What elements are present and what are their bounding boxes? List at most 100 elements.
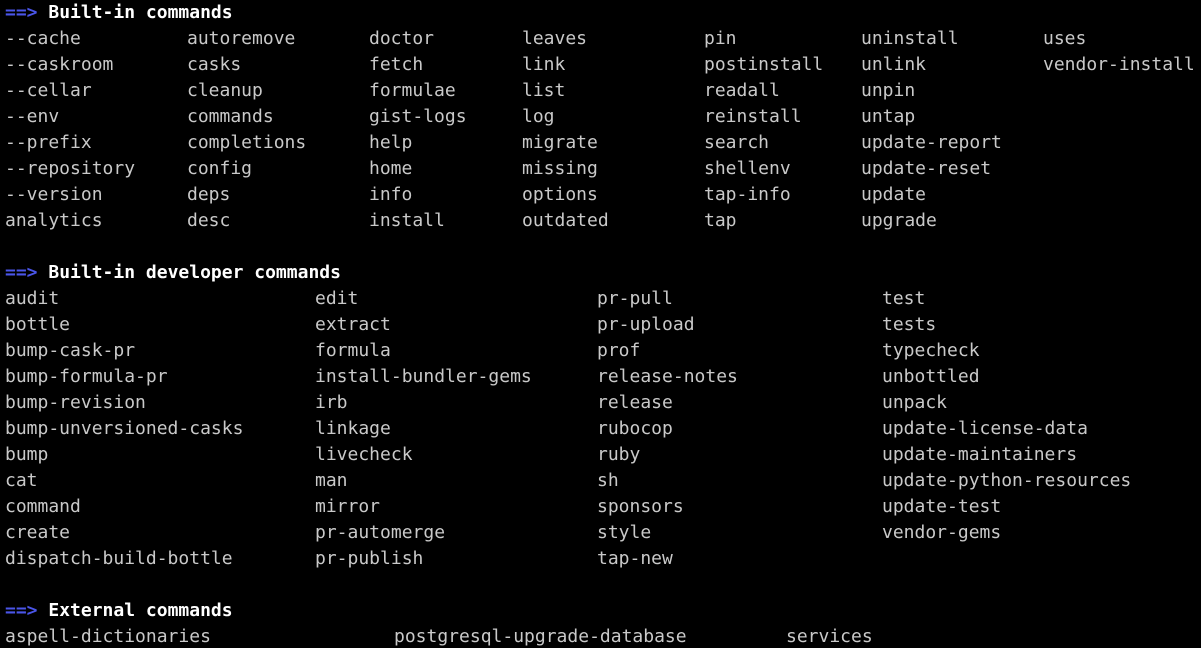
command-row: --cache autoremove doctor leaves pin uninstal… [0, 26, 1201, 52]
command-name: --env [5, 106, 60, 127]
command-name: unpin [861, 80, 916, 101]
command-row: bump livecheck ruby update-maintainers [0, 442, 1201, 468]
command-grid: audit edit pr-pull test bottle extract pr-uplo… [0, 286, 1201, 572]
command-name: uninstall [861, 28, 959, 49]
command-name: install-bundler-gems [315, 366, 532, 387]
command-name: man [315, 470, 348, 491]
command-name: leaves [522, 28, 588, 49]
command-name: aspell-dictionaries [5, 626, 211, 647]
section-heading: ==> Built-in developer commands [0, 260, 1201, 286]
command-name: list [522, 80, 566, 101]
command-name: pr-automerge [315, 522, 446, 543]
command-name: style [597, 522, 652, 543]
command-name: tap-info [704, 184, 791, 205]
command-name: log [522, 106, 555, 127]
command-name: config [187, 158, 253, 179]
command-name: pr-pull [597, 288, 673, 309]
command-name: prof [597, 340, 641, 361]
command-row: create pr-automerge style vendor-gems [0, 520, 1201, 546]
command-name: postgresql-upgrade-database [394, 626, 687, 647]
command-row: --caskroom casks fetch link postinstall unlin… [0, 52, 1201, 78]
command-name: --version [5, 184, 103, 205]
command-name: --cache [5, 28, 81, 49]
command-row: bump-cask-pr formula prof typecheck [0, 338, 1201, 364]
arrow-marker: ==> [5, 600, 38, 621]
command-name: --cellar [5, 80, 92, 101]
command-row: audit edit pr-pull test [0, 286, 1201, 312]
command-name: formula [315, 340, 391, 361]
section-title: External commands [48, 600, 233, 621]
command-name: completions [187, 132, 307, 153]
section-heading: ==> Built-in commands [0, 0, 1201, 26]
command-name: info [369, 184, 413, 205]
command-name: release-notes [597, 366, 738, 387]
command-name: --prefix [5, 132, 92, 153]
section-heading: ==> External commands [0, 598, 1201, 624]
command-row: dispatch-build-bottle pr-publish tap-new [0, 546, 1201, 572]
command-name: audit [5, 288, 60, 309]
command-name: autoremove [187, 28, 296, 49]
command-row: analytics desc install outdated tap upgrade [0, 208, 1201, 234]
command-name: options [522, 184, 598, 205]
command-name: tap-new [597, 548, 673, 569]
command-name: unpack [882, 392, 948, 413]
command-row: --cellar cleanup formulae list readall unpin [0, 78, 1201, 104]
command-name: release [597, 392, 673, 413]
command-name: tests [882, 314, 937, 335]
command-row: bump-unversioned-casks linkage rubocop upda… [0, 416, 1201, 442]
command-name: pr-upload [597, 314, 695, 335]
command-name: link [522, 54, 566, 75]
command-grid: aspell-dictionaries postgresql-upgrade-da… [0, 624, 1201, 648]
command-name: test [882, 288, 926, 309]
command-name: upgrade [861, 210, 937, 231]
command-name: desc [187, 210, 231, 231]
command-name: update [861, 184, 927, 205]
command-name: reinstall [704, 106, 802, 127]
command-name: extract [315, 314, 391, 335]
command-name: mirror [315, 496, 381, 517]
command-name: commands [187, 106, 274, 127]
command-name: outdated [522, 210, 609, 231]
command-name: ruby [597, 444, 641, 465]
section-title: Built-in developer commands [48, 262, 341, 283]
command-name: bump [5, 444, 49, 465]
command-name: bump-unversioned-casks [5, 418, 244, 439]
command-name: untap [861, 106, 916, 127]
command-name: formulae [369, 80, 456, 101]
command-name: typecheck [882, 340, 980, 361]
command-name: unlink [861, 54, 927, 75]
command-row: --repository config home missing shellenv upd… [0, 156, 1201, 182]
command-name: sponsors [597, 496, 684, 517]
command-row: --env commands gist-logs log reinstall untap [0, 104, 1201, 130]
command-name: casks [187, 54, 242, 75]
command-name: cleanup [187, 80, 263, 101]
command-name: update-test [882, 496, 1002, 517]
command-name: gist-logs [369, 106, 467, 127]
command-name: --caskroom [5, 54, 114, 75]
command-name: analytics [5, 210, 103, 231]
arrow-marker: ==> [5, 2, 38, 23]
command-name: migrate [522, 132, 598, 153]
command-name: linkage [315, 418, 391, 439]
command-name: command [5, 496, 81, 517]
command-row: bump-revision irb release unpack [0, 390, 1201, 416]
command-name: update-python-resources [882, 470, 1132, 491]
command-name: create [5, 522, 71, 543]
command-row: bottle extract pr-upload tests [0, 312, 1201, 338]
section-external-commands: ==> External commands aspell-dictionarie… [0, 598, 1201, 648]
terminal-window[interactable]: ==> Built-in commands --cache autoremove d… [0, 0, 1201, 648]
command-name: home [369, 158, 413, 179]
command-name: bump-revision [5, 392, 146, 413]
command-name: missing [522, 158, 598, 179]
command-name: fetch [369, 54, 424, 75]
command-row: cat man sh update-python-resources [0, 468, 1201, 494]
command-name: update-reset [861, 158, 992, 179]
command-name: pr-publish [315, 548, 424, 569]
command-name: dispatch-build-bottle [5, 548, 233, 569]
command-name: sh [597, 470, 619, 491]
command-name: readall [704, 80, 780, 101]
command-name: services [786, 626, 873, 647]
command-name: vendor-gems [882, 522, 1002, 543]
command-name: doctor [369, 28, 435, 49]
command-name: install [369, 210, 445, 231]
